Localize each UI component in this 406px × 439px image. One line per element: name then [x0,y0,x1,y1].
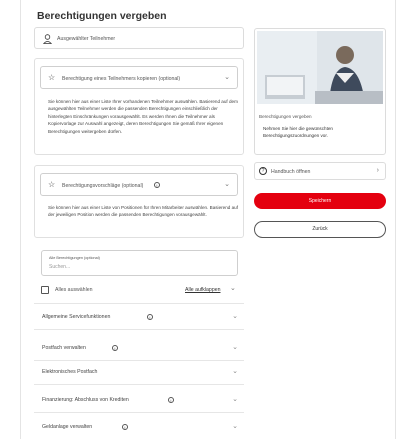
chevron-down-icon: ⌄ [232,368,238,375]
save-button[interactable]: Speichern [254,193,386,209]
manual-link[interactable]: ? Handbuch öffnen › [254,162,386,180]
participant-box[interactable]: Ausgewählter Teilnehmer [34,27,244,49]
category-label: Allgemeine Servicefunktionen [42,314,111,320]
manual-link-label: Handbuch öffnen [271,169,311,175]
participant-label: Ausgewählter Teilnehmer [57,36,116,42]
info-text: Nehmen Sie hier die gewünschten Berechti… [263,126,333,138]
copy-description: Sie können hier aus einer Liste Ihrer vo… [48,99,238,134]
category-row[interactable]: Allgemeine Servicefunktionen i ⌄ [34,304,244,330]
suggestions-description: Sie können hier aus einer Liste von Posi… [48,205,238,218]
select-all-label[interactable]: Alles auswählen [55,287,93,293]
category-row[interactable]: Geldanlage verwalten i ⌄ [34,414,244,439]
copy-dropdown[interactable]: ☆ Berechtigung eines Teilnehmers kopiere… [40,66,238,89]
search-field[interactable]: Alle Berechtigungen (optional) Suchen... [41,250,238,276]
suggestions-title: Berechtigungsvorschläge (optional) [62,183,144,189]
back-button[interactable]: Zurück [254,221,386,238]
search-input[interactable]: Suchen... [49,264,70,270]
search-label: Alle Berechtigungen (optional) [49,256,100,260]
image-caption: Berechtigungen vergeben [259,114,312,119]
info-icon[interactable]: i [154,182,160,188]
star-icon: ☆ [48,180,56,189]
suggestions-dropdown[interactable]: ☆ Berechtigungsvorschläge (optional) i ⌄ [40,173,238,196]
star-icon: ☆ [48,73,56,82]
chevron-down-icon: ⌄ [232,344,238,351]
expand-all-link[interactable]: Alle aufklappen [185,287,220,293]
hero-image [257,31,383,104]
chevron-down-icon: ⌄ [230,285,236,292]
chevron-down-icon: ⌄ [232,423,238,430]
info-icon[interactable]: i [112,345,118,351]
chevron-down-icon: ⌄ [232,313,238,320]
info-card: Berechtigungen vergeben Nehmen Sie hier … [254,28,386,155]
category-label: Elektronisches Postfach [42,369,98,375]
category-label: Postfach verwalten [42,345,86,351]
chevron-down-icon: ⌄ [232,396,238,403]
chevron-down-icon: ⌄ [224,181,230,188]
user-icon [43,34,52,44]
info-icon[interactable]: i [122,424,128,430]
help-icon: ? [259,167,267,175]
category-label: Geldanlage verwalten [42,424,93,430]
info-icon[interactable]: i [168,397,174,403]
category-row[interactable]: Elektronisches Postfach ⌄ [34,359,244,385]
copy-title: Berechtigung eines Teilnehmers kopieren … [62,76,181,82]
chevron-down-icon: ⌄ [224,74,230,81]
select-all-checkbox[interactable] [41,286,49,294]
category-row[interactable]: Finanzierung: Abschluss von Krediten i ⌄ [34,387,244,413]
category-label: Finanzierung: Abschluss von Krediten [42,397,129,403]
category-row[interactable]: Postfach verwalten i ⌄ [34,335,244,361]
page-title: Berechtigungen vergeben [37,10,167,22]
chevron-right-icon: › [376,167,379,174]
info-icon[interactable]: i [147,314,153,320]
